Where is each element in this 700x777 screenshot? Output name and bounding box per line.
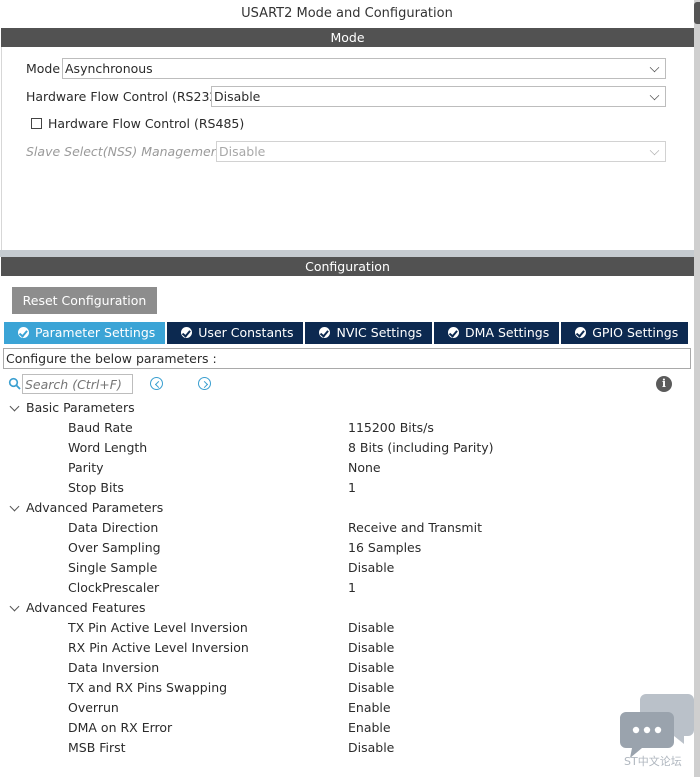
tab-label: NVIC Settings	[336, 325, 423, 340]
param-value[interactable]: None	[348, 458, 381, 478]
tab-label: GPIO Settings	[592, 325, 679, 340]
param-row[interactable]: Over Sampling 16 Samples	[0, 538, 694, 558]
param-value[interactable]: Disable	[348, 618, 394, 638]
side-scroll-strip[interactable]	[694, 0, 700, 777]
tab-user-constants[interactable]: User Constants	[167, 322, 304, 344]
param-name: DMA on RX Error	[68, 720, 173, 735]
tab-label: User Constants	[198, 325, 294, 340]
search-previous-icon[interactable]	[150, 377, 163, 390]
param-name: TX Pin Active Level Inversion	[68, 620, 248, 635]
check-circle-icon	[181, 327, 193, 338]
param-row[interactable]: RX Pin Active Level Inversion Disable	[0, 638, 694, 658]
check-circle-icon	[448, 327, 460, 338]
param-value[interactable]: 115200 Bits/s	[348, 418, 434, 438]
param-name: Over Sampling	[68, 540, 161, 555]
configure-instructions: Configure the below parameters :	[3, 348, 691, 369]
slave-select-value: Disable	[219, 144, 266, 159]
config-section-header: Configuration	[1, 257, 694, 276]
group-basic-parameters[interactable]: Basic Parameters	[0, 398, 694, 418]
param-name: Word Length	[68, 440, 148, 455]
collapse-handle[interactable]	[694, 2, 700, 24]
hw-flow-rs232-label: Hardware Flow Control (RS232)	[26, 89, 223, 104]
mode-select-value: Asynchronous	[65, 61, 153, 76]
check-circle-icon	[319, 327, 331, 338]
param-row[interactable]: Parity None	[0, 458, 694, 478]
chevron-down-icon[interactable]	[9, 501, 20, 512]
param-value[interactable]: Disable	[348, 738, 394, 758]
chevron-down-icon	[649, 62, 660, 73]
param-value[interactable]: Disable	[348, 558, 394, 578]
param-value[interactable]: Enable	[348, 718, 391, 738]
group-label: Advanced Features	[26, 600, 146, 615]
param-name: Data Inversion	[68, 660, 160, 675]
config-tabs: Parameter Settings User Constants NVIC S…	[4, 322, 690, 344]
hw-flow-rs485-checkbox[interactable]	[31, 118, 42, 129]
param-value[interactable]: Disable	[348, 638, 394, 658]
hw-flow-rs232-value: Disable	[214, 89, 261, 104]
group-label: Basic Parameters	[26, 400, 135, 415]
param-row[interactable]: Data Direction Receive and Transmit	[0, 518, 694, 538]
param-name: Overrun	[68, 700, 119, 715]
param-row[interactable]: Word Length 8 Bits (including Parity)	[0, 438, 694, 458]
search-input[interactable]	[22, 374, 133, 394]
param-value[interactable]: 16 Samples	[348, 538, 421, 558]
param-name: Parity	[68, 460, 104, 475]
param-row[interactable]: Data Inversion Disable	[0, 658, 694, 678]
param-value[interactable]: Disable	[348, 678, 394, 698]
chevron-down-icon	[649, 145, 660, 156]
param-row[interactable]: Single Sample Disable	[0, 558, 694, 578]
param-value[interactable]: Enable	[348, 698, 391, 718]
group-advanced-features[interactable]: Advanced Features	[0, 598, 694, 618]
param-row[interactable]: ClockPrescaler 1	[0, 578, 694, 598]
param-value[interactable]: Disable	[348, 658, 394, 678]
param-name: Single Sample	[68, 560, 158, 575]
hw-flow-rs485-label: Hardware Flow Control (RS485)	[48, 116, 245, 131]
tab-nvic-settings[interactable]: NVIC Settings	[305, 322, 433, 344]
mode-label: Mode	[26, 61, 61, 76]
check-circle-icon	[18, 327, 29, 338]
param-value[interactable]: 8 Bits (including Parity)	[348, 438, 494, 458]
tab-gpio-settings[interactable]: GPIO Settings	[561, 322, 689, 344]
hw-flow-rs232-select[interactable]: Disable	[211, 86, 666, 107]
group-advanced-parameters[interactable]: Advanced Parameters	[0, 498, 694, 518]
slave-select-dropdown: Disable	[216, 141, 666, 162]
chevron-down-icon[interactable]	[9, 401, 20, 412]
check-circle-icon	[575, 327, 587, 338]
param-row[interactable]: DMA on RX Error Enable	[0, 718, 694, 738]
param-row[interactable]: TX Pin Active Level Inversion Disable	[0, 618, 694, 638]
param-name: Stop Bits	[68, 480, 124, 495]
param-row[interactable]: MSB First Disable	[0, 738, 694, 758]
watermark-text: ST中文论坛	[624, 755, 682, 768]
parameter-tree: Basic Parameters Baud Rate 115200 Bits/s …	[0, 398, 694, 758]
tab-label: Parameter Settings	[35, 325, 156, 340]
chevron-down-icon	[649, 90, 660, 101]
param-name: MSB First	[68, 740, 126, 755]
param-row[interactable]: Stop Bits 1	[0, 478, 694, 498]
search-icon	[8, 377, 21, 390]
chevron-down-icon[interactable]	[9, 601, 20, 612]
mode-section-header: Mode	[1, 28, 694, 47]
param-value[interactable]: 1	[348, 578, 356, 598]
param-name: Data Direction	[68, 520, 159, 535]
param-name: ClockPrescaler	[68, 580, 160, 595]
mode-select[interactable]: Asynchronous	[62, 58, 666, 79]
param-name: TX and RX Pins Swapping	[68, 680, 228, 695]
param-row[interactable]: Baud Rate 115200 Bits/s	[0, 418, 694, 438]
param-name: Baud Rate	[68, 420, 133, 435]
tab-dma-settings[interactable]: DMA Settings	[434, 322, 560, 344]
param-row[interactable]: Overrun Enable	[0, 698, 694, 718]
param-value[interactable]: 1	[348, 478, 356, 498]
section-separator[interactable]	[0, 250, 694, 257]
reset-configuration-button[interactable]: Reset Configuration	[12, 287, 157, 314]
search-next-icon[interactable]	[198, 377, 211, 390]
tab-label: DMA Settings	[465, 325, 550, 340]
window-title: USART2 Mode and Configuration	[0, 0, 694, 28]
info-icon[interactable]: i	[656, 376, 672, 392]
group-label: Advanced Parameters	[26, 500, 164, 515]
param-value[interactable]: Receive and Transmit	[348, 518, 482, 538]
param-name: RX Pin Active Level Inversion	[68, 640, 249, 655]
param-row[interactable]: TX and RX Pins Swapping Disable	[0, 678, 694, 698]
tab-parameter-settings[interactable]: Parameter Settings	[4, 322, 166, 344]
slave-select-label: Slave Select(NSS) Management	[26, 144, 224, 159]
